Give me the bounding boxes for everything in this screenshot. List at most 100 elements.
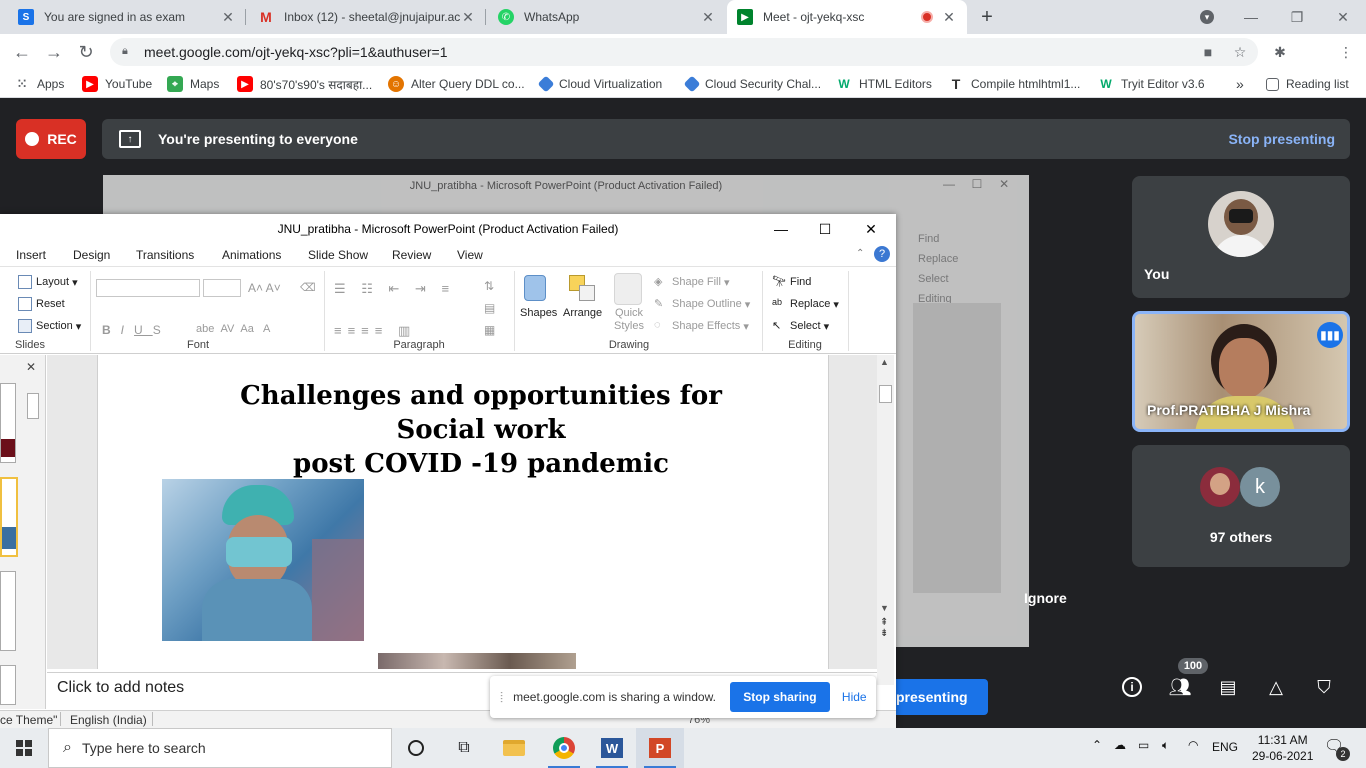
bookmarks-more[interactable]: » [1236,74,1244,94]
back-icon[interactable]: ← [8,38,36,66]
menu-dots-icon[interactable]: ⋮ [1336,42,1356,62]
bookmark-cloud-security[interactable]: Cloud Security Chal... [683,74,821,94]
shapes-button[interactable]: Shapes [520,307,557,319]
thumbs-scroll-thumb[interactable] [27,393,39,419]
start-button[interactable] [0,728,48,768]
camera-icon[interactable]: ■ [1198,42,1218,62]
info-icon[interactable]: i [1120,675,1144,699]
bookmark-youtube[interactable]: ▶ YouTube [82,74,152,94]
slide-thumbnail-3[interactable] [0,571,16,651]
ppt-minimize-icon[interactable]: — [758,214,804,244]
slide-title[interactable]: Challenges and opportunities for Social … [98,379,828,481]
select-button[interactable]: ↖ Select ▾ [772,319,829,333]
slide-thumbnail-2[interactable] [0,477,18,557]
section-button[interactable]: Section ▾ [18,319,81,333]
layout-button[interactable]: Layout ▾ [18,275,78,289]
tab-view[interactable]: View [457,248,483,262]
font-family-select[interactable] [96,279,200,297]
close-tab-icon[interactable]: ✕ [700,9,716,26]
tile-others[interactable]: k 97 others [1132,445,1350,567]
cortana-icon[interactable] [392,728,440,768]
close-tab-icon[interactable]: ✕ [941,9,957,26]
hide-button[interactable]: Hide [842,690,867,704]
status-language[interactable]: English (India) [70,713,147,727]
font-size-select[interactable] [203,279,241,297]
tile-speaker[interactable]: ▮▮▮ Prof.PRATIBHA J Mishra [1132,311,1350,432]
bookmark-maps[interactable]: ⌖ Maps [167,74,219,94]
task-view-icon[interactable]: ⧉ [440,728,488,768]
host-controls-icon[interactable]: ⛉ [1312,675,1336,699]
present-button[interactable]: presenting [880,679,988,715]
tab-animations[interactable]: Animations [222,248,281,262]
text-direction-buttons[interactable]: ⇅ ▤ ▦ [484,275,495,341]
replace-button[interactable]: ab Replace ▾ [772,297,839,311]
drag-handle-icon[interactable]: ⦙ [500,689,503,706]
ignore-button[interactable]: Ignore [1024,590,1067,606]
bookmark-html-editors[interactable]: W HTML Editors [836,74,932,94]
language-indicator[interactable]: ENG [1212,740,1238,754]
slide-thumbnail-1[interactable] [0,383,16,463]
tab-search-icon[interactable]: ▾ [1184,0,1230,34]
minimize-icon[interactable]: — [1228,0,1274,34]
tab-exam[interactable]: S You are signed in as exam ✕ [8,0,246,34]
quick-styles-button[interactable]: Quick Styles [609,307,649,333]
powerpoint-icon[interactable]: P [636,728,684,768]
slide-thumbnail-4[interactable] [0,665,16,705]
stop-sharing-button[interactable]: Stop sharing [729,682,830,712]
find-button[interactable]: 🔭︎ Find [772,275,811,289]
arrange-button[interactable]: Arrange [563,307,602,319]
new-tab-button[interactable]: + [976,6,998,28]
tab-insert[interactable]: Insert [16,248,46,262]
reset-button[interactable]: Reset [18,297,65,311]
tab-transitions[interactable]: Transitions [136,248,194,262]
chat-icon[interactable]: ▤ [1216,675,1240,699]
tab-design[interactable]: Design [73,248,110,262]
wifi-icon[interactable]: ◠ [1188,738,1198,752]
onedrive-icon[interactable]: ☁ [1114,738,1126,752]
list-buttons[interactable]: ☰ ☷ ⇤ ⇥ ≡ [334,281,455,297]
address-bar[interactable]: 🔒︎ meet.google.com/ojt-yekq-xsc?pli=1&au… [110,38,1258,66]
shape-outline-button[interactable]: ✎ Shape Outline ▾ [654,297,750,311]
clear-format-icon[interactable]: ⌫ [300,281,316,294]
shape-effects-button[interactable]: ◌ Shape Effects ▾ [654,319,749,333]
tab-gmail[interactable]: M Inbox (12) - sheetal@jnujaipur.ac ✕ [248,0,486,34]
people-icon[interactable]: 👥︎ [1168,675,1192,699]
shape-fill-button[interactable]: ◈ Shape Fill ▾ [654,275,730,289]
close-window-icon[interactable]: ✕ [1320,0,1366,34]
bookmark-cloud-virtualization[interactable]: Cloud Virtualization [537,74,662,94]
grow-shrink-font-icons[interactable]: A˄ A˅ [248,281,281,295]
bookmark-star-icon[interactable]: ☆ [1230,42,1250,62]
tab-meet[interactable]: ▶ Meet - ojt-yekq-xsc ✕ [727,0,967,34]
slide-scrollbar[interactable]: ▲ ▼ ⇞ ⇟ [877,355,894,685]
file-explorer-icon[interactable] [490,728,538,768]
stop-presenting-link[interactable]: Stop presenting [1228,131,1335,147]
second-image[interactable] [378,653,576,669]
reading-list-button[interactable]: Reading list [1266,74,1349,94]
extensions-icon[interactable]: ✱ [1270,42,1290,62]
battery-icon[interactable]: ▭ [1138,738,1149,752]
doctor-image[interactable] [162,479,364,641]
tile-you[interactable]: You [1132,176,1350,298]
ppt-close-icon[interactable]: ✕ [848,214,894,244]
close-pane-icon[interactable]: ✕ [26,360,36,374]
tab-whatsapp[interactable]: ✆ WhatsApp ✕ [488,0,726,34]
bookmark-apps[interactable]: ⁙ Apps [14,74,64,94]
align-buttons[interactable]: ≡≡≡≡ ▥ [334,323,416,339]
bookmark-compile-html[interactable]: T Compile htmlhtml1... [948,74,1081,94]
close-tab-icon[interactable]: ✕ [460,9,476,26]
close-tab-icon[interactable]: ✕ [220,9,236,26]
font-extra-buttons[interactable]: abe AV Aa A [196,323,270,335]
word-icon[interactable]: W [588,728,636,768]
taskbar-search[interactable]: ⌕ Type here to search [48,728,392,768]
bookmark-songs[interactable]: ▶ 80's70's90's सदाबहा... [237,74,372,94]
ppt-maximize-icon[interactable]: ☐ [802,214,848,244]
chrome-icon[interactable] [540,728,588,768]
tab-review[interactable]: Review [392,248,431,262]
reload-icon[interactable]: ↻ [72,38,100,66]
scroll-thumb[interactable] [879,385,892,403]
ribbon-collapse-icon[interactable]: ⌃ [856,248,864,259]
bookmark-alter-query[interactable]: ☺ Alter Query DDL co... [388,74,525,94]
help-icon[interactable]: ? [874,246,890,262]
scroll-up-icon[interactable]: ▲ [880,357,889,367]
clock[interactable]: 11:31 AM 29-06-2021 [1252,732,1313,764]
